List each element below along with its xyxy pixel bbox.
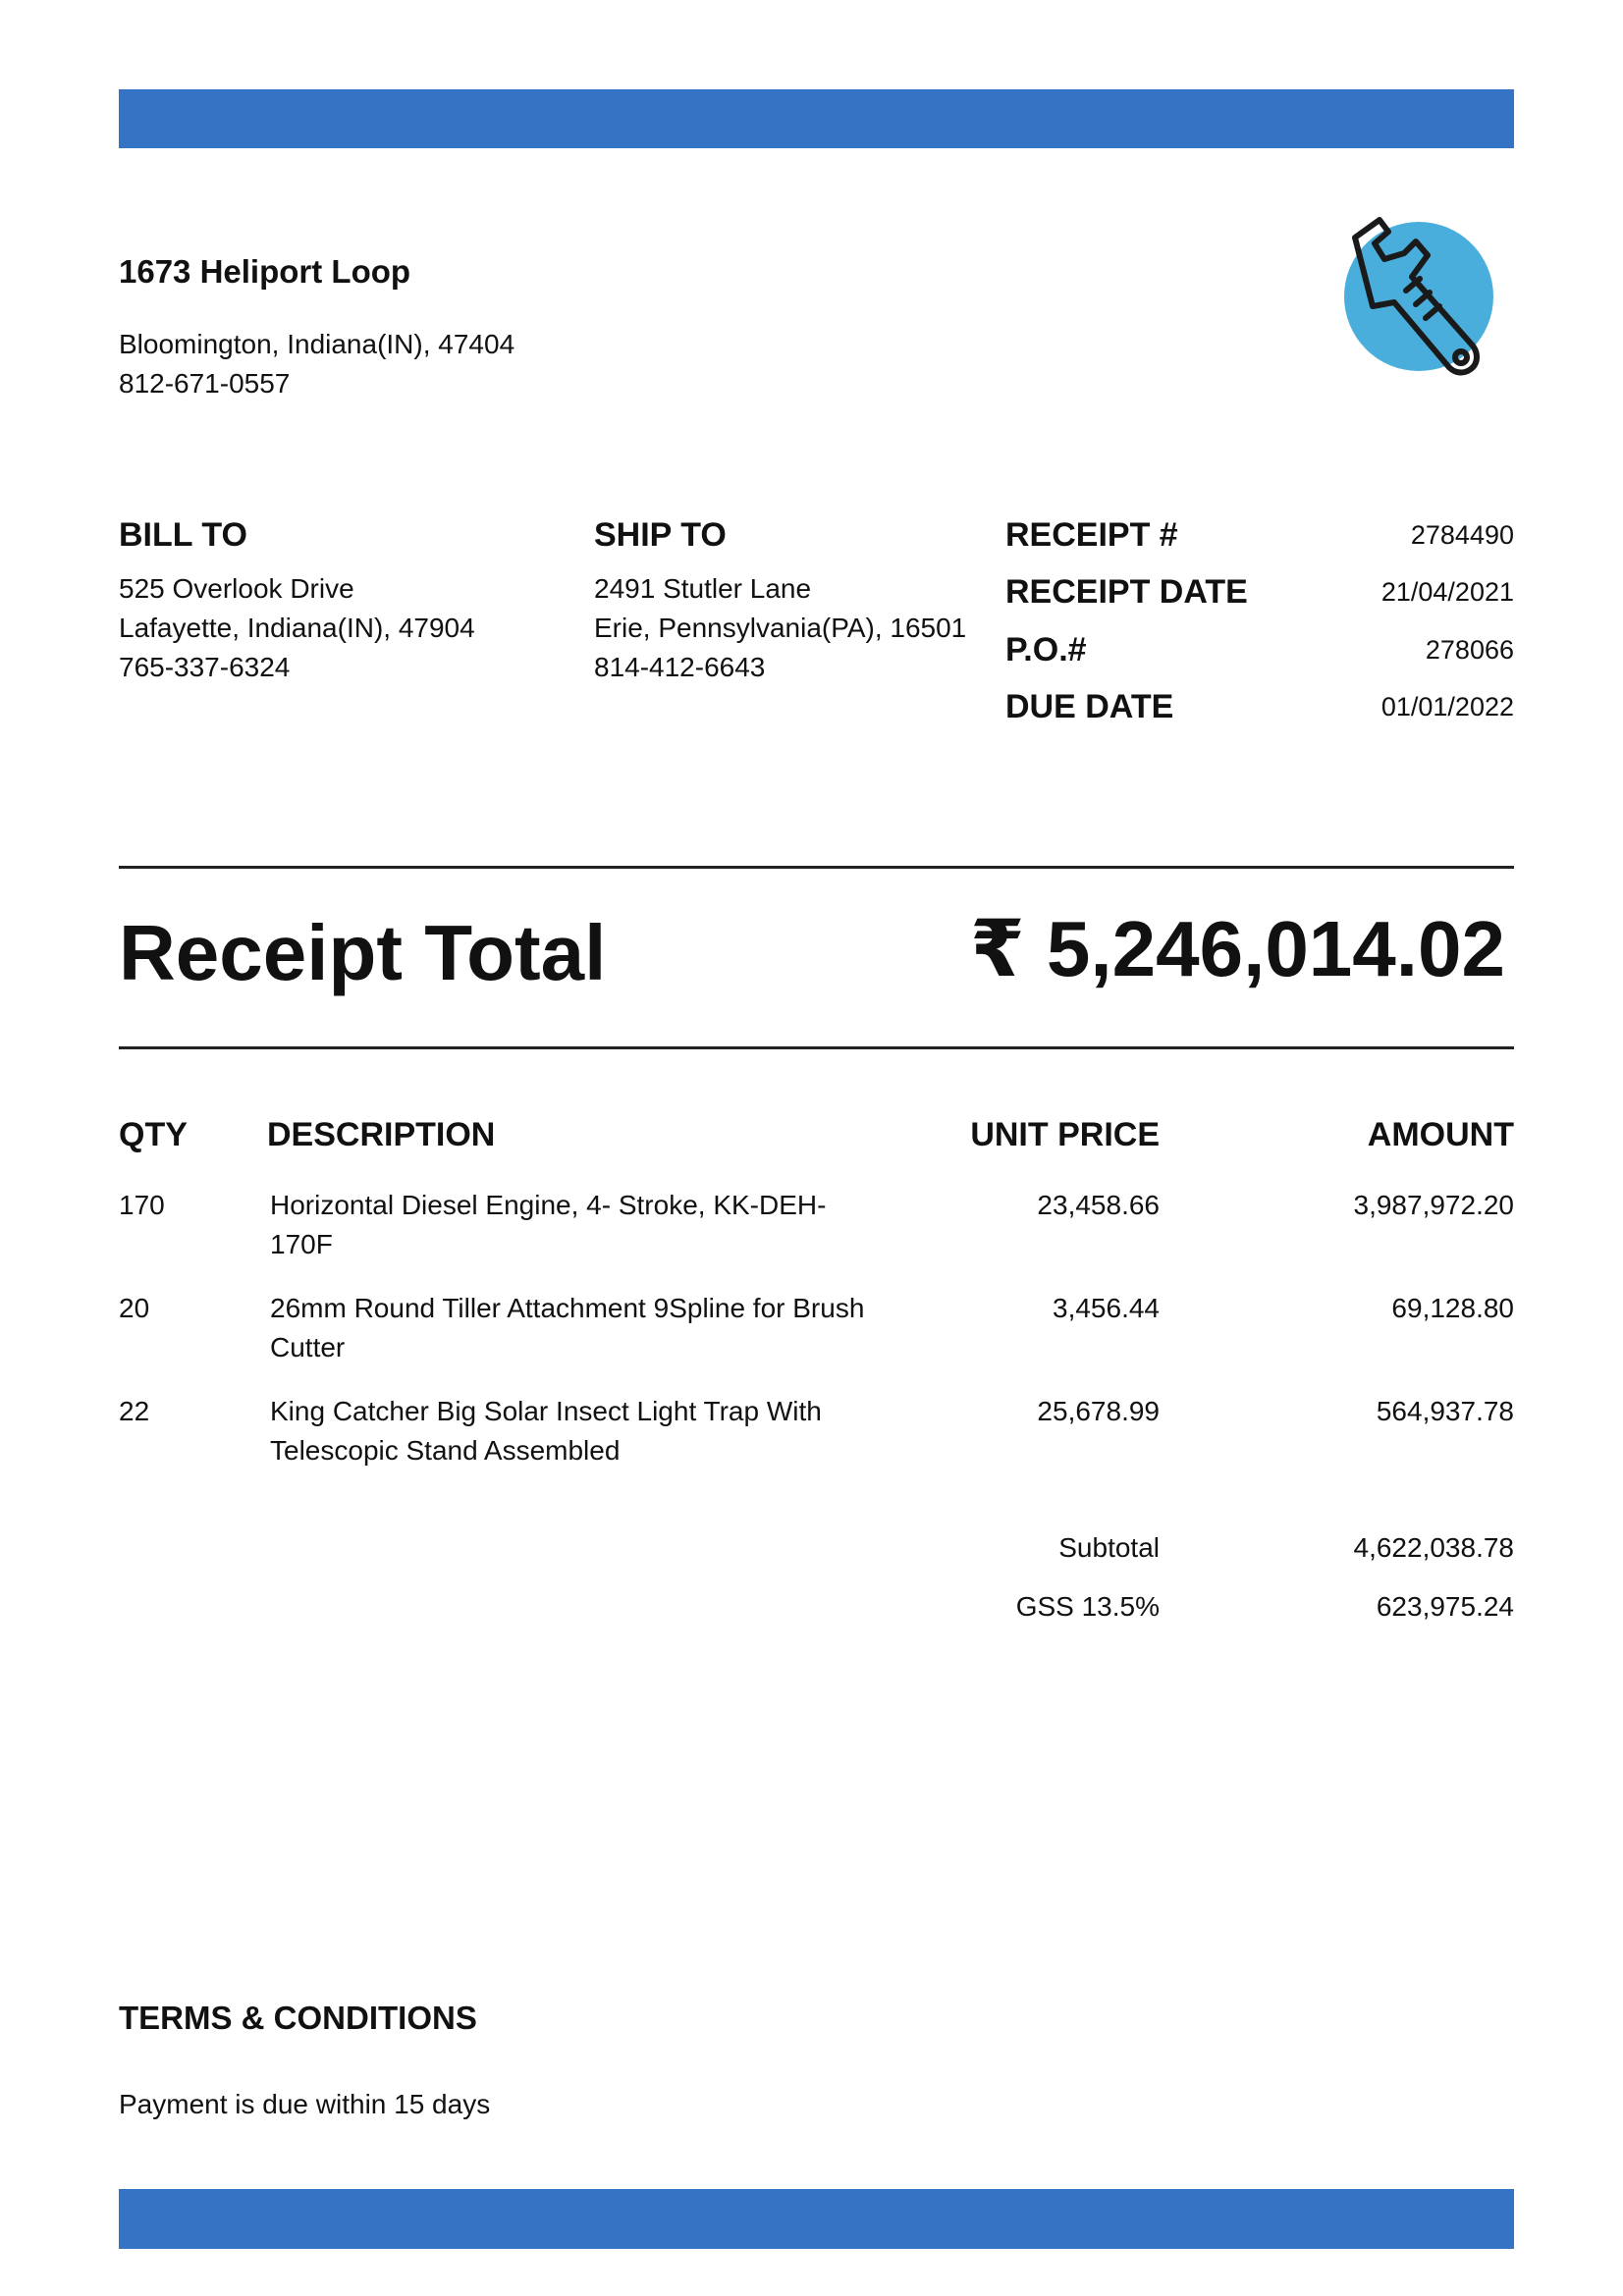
due-date: 01/01/2022 (1380, 692, 1514, 721)
receipt-total-label: Receipt Total (119, 909, 607, 996)
company-logo (1325, 208, 1512, 383)
bill-to-street: 525 Overlook Drive (119, 573, 354, 604)
column-header-description: DESCRIPTION (267, 1116, 496, 1153)
wrench-icon (1344, 217, 1493, 376)
subtotal-value: 4,622,038.78 (1353, 1532, 1515, 1563)
row-description-line-1: Horizontal Diesel Engine, 4- Stroke, KK-… (270, 1190, 827, 1220)
receipt-date-label: RECEIPT DATE (1005, 573, 1248, 611)
row-qty: 22 (119, 1396, 150, 1426)
divider-bottom (119, 1046, 1514, 1049)
row-amount: 69,128.80 (1391, 1293, 1514, 1323)
ship-to-street: 2491 Stutler Lane (594, 573, 812, 604)
tax-value: 623,975.24 (1376, 1591, 1514, 1622)
row-description-line-2: Telescopic Stand Assembled (270, 1435, 621, 1466)
tax-label: GSS 13.5% (1015, 1591, 1160, 1622)
ship-to-title: SHIP TO (594, 516, 727, 554)
row-unit-price: 23,458.66 (1037, 1190, 1160, 1220)
terms-title: TERMS & CONDITIONS (119, 2000, 477, 2036)
po-number: 278066 (1425, 635, 1514, 665)
bill-to-title: BILL TO (119, 516, 247, 554)
bottom-accent-band (119, 2189, 1514, 2249)
row-unit-price: 3,456.44 (1053, 1293, 1160, 1323)
row-qty: 20 (119, 1293, 150, 1323)
row-amount: 3,987,972.20 (1353, 1190, 1515, 1220)
ship-to-phone: 814-412-6643 (594, 652, 766, 682)
po-number-label: P.O.# (1005, 631, 1087, 668)
column-header-qty: QTY (119, 1116, 188, 1153)
column-header-amount: AMOUNT (1367, 1116, 1514, 1153)
subtotal-label: Subtotal (1058, 1532, 1160, 1563)
row-amount: 564,937.78 (1376, 1396, 1514, 1426)
company-address: Bloomington, Indiana(IN), 47404 (119, 329, 515, 359)
bill-to-city: Lafayette, Indiana(IN), 47904 (119, 613, 475, 643)
row-description-line-2: 170F (270, 1229, 333, 1259)
company-phone: 812-671-0557 (119, 368, 291, 399)
receipt-number: 2784490 (1410, 520, 1514, 550)
top-accent-band (119, 89, 1514, 148)
company-name: 1673 Heliport Loop (119, 253, 411, 290)
divider-top (119, 866, 1514, 869)
due-date-label: DUE DATE (1005, 688, 1174, 725)
receipt-total-value: ₹ 5,246,014.02 (970, 905, 1505, 992)
terms-text: Payment is due within 15 days (119, 2089, 491, 2119)
ship-to-city: Erie, Pennsylvania(PA), 16501 (594, 613, 967, 643)
receipt-date: 21/04/2021 (1380, 577, 1514, 607)
column-header-unit-price: UNIT PRICE (970, 1116, 1160, 1153)
receipt-number-label: RECEIPT # (1005, 516, 1178, 554)
row-unit-price: 25,678.99 (1037, 1396, 1160, 1426)
row-description-line-2: Cutter (270, 1332, 346, 1362)
row-description-line-1: 26mm Round Tiller Attachment 9Spline for… (270, 1293, 865, 1323)
bill-to-phone: 765-337-6324 (119, 652, 291, 682)
row-description-line-1: King Catcher Big Solar Insect Light Trap… (270, 1396, 822, 1426)
row-qty: 170 (119, 1190, 165, 1220)
